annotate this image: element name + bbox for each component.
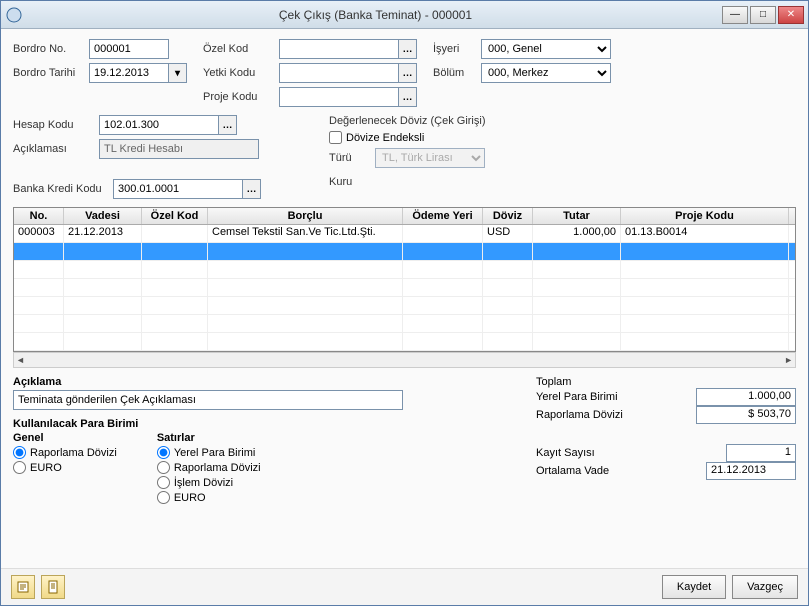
aciklama-input[interactable] [13, 390, 403, 410]
yetki-kodu-lookup[interactable]: … [399, 63, 417, 83]
ortalama-vade-value: 21.12.2013 [706, 462, 796, 480]
ortalama-vade-label: Ortalama Vade [536, 465, 609, 477]
account-row: Hesap Kodu … Açıklaması Banka Kredi Kodu [13, 115, 796, 199]
satirlar-radio-islem[interactable]: İşlem Dövizi [157, 476, 261, 489]
col-ozel-kod[interactable]: Özel Kod [142, 208, 208, 224]
dovize-endeksli-label: Dövize Endeksli [346, 132, 424, 144]
grid-header: No. Vadesi Özel Kod Borçlu Ödeme Yeri Dö… [14, 208, 795, 225]
doviz-group: Değerlenecek Döviz (Çek Girişi) Dövize E… [329, 115, 486, 199]
note-icon[interactable] [11, 575, 35, 599]
maximize-button[interactable]: □ [750, 6, 776, 24]
col-proje-kodu[interactable]: Proje Kodu [621, 208, 789, 224]
bolum-label: Bölüm [433, 67, 475, 79]
table-row[interactable] [14, 243, 795, 261]
bottom-section: Açıklama Kullanılacak Para Birimi Genel … [13, 376, 796, 558]
ozel-kod-input[interactable] [279, 39, 399, 59]
bolum-select[interactable]: 000, Merkez [481, 63, 611, 83]
banka-kredi-kodu-label: Banka Kredi Kodu [13, 183, 107, 195]
kuru-label: Kuru [329, 176, 369, 188]
bordro-no-label: Bordro No. [13, 43, 83, 55]
window-buttons: — □ ✕ [722, 6, 804, 24]
table-row[interactable] [14, 261, 795, 279]
aciklamasi-input [99, 139, 259, 159]
proje-kodu-label: Proje Kodu [203, 91, 273, 103]
document-icon[interactable] [41, 575, 65, 599]
isyeri-label: İşyeri [433, 43, 475, 55]
toplam-label: Toplam [536, 376, 796, 388]
col-tutar[interactable]: Tutar [533, 208, 621, 224]
titlebar: Çek Çıkış (Banka Teminat) - 000001 — □ ✕ [1, 1, 808, 29]
ozel-kod-label: Özel Kod [203, 43, 273, 55]
col-doviz[interactable]: Döviz [483, 208, 533, 224]
top-row: Bordro No. Bordro Tarihi ▾ Özel Kod [13, 39, 796, 107]
horizontal-scrollbar[interactable]: ◄ ► [13, 352, 796, 368]
bordro-tarihi-picker[interactable]: ▾ [169, 63, 187, 83]
turu-select: TL, Türk Lirası [375, 148, 485, 168]
hesap-kodu-lookup[interactable]: … [219, 115, 237, 135]
satirlar-radio-euro[interactable]: EURO [157, 491, 261, 504]
dovize-endeksli-checkbox[interactable] [329, 131, 342, 144]
para-birimi-section-label: Kullanılacak Para Birimi [13, 418, 516, 430]
table-row[interactable] [14, 297, 795, 315]
banka-kredi-kodu-input[interactable] [113, 179, 243, 199]
genel-group: Genel Raporlama Dövizi EURO [13, 432, 117, 504]
vazgec-button[interactable]: Vazgeç [732, 575, 798, 599]
bordro-tarihi-label: Bordro Tarihi [13, 67, 83, 79]
doviz-section-label: Değerlenecek Döviz (Çek Girişi) [329, 115, 486, 127]
genel-radio-euro[interactable]: EURO [13, 461, 117, 474]
table-row[interactable] [14, 315, 795, 333]
proje-kodu-input[interactable] [279, 87, 399, 107]
kaydet-button[interactable]: Kaydet [662, 575, 726, 599]
kod-group: Özel Kod … Yetki Kodu … Proje Kodu [203, 39, 417, 107]
satirlar-label: Satırlar [157, 432, 261, 444]
kuru-input [375, 172, 485, 192]
bordro-no-input[interactable] [89, 39, 169, 59]
footer: Kaydet Vazgeç [1, 568, 808, 605]
hesap-kodu-label: Hesap Kodu [13, 119, 93, 131]
account-group: Hesap Kodu … Açıklaması Banka Kredi Kodu [13, 115, 313, 199]
col-borclu[interactable]: Borçlu [208, 208, 403, 224]
genel-label: Genel [13, 432, 117, 444]
banka-kredi-kodu-lookup[interactable]: … [243, 179, 261, 199]
col-odeme-yeri[interactable]: Ödeme Yeri [403, 208, 483, 224]
turu-label: Türü [329, 152, 369, 164]
satirlar-radio-raporlama[interactable]: Raporlama Dövizi [157, 461, 261, 474]
scroll-left-icon[interactable]: ◄ [16, 355, 25, 365]
yetki-kodu-label: Yetki Kodu [203, 67, 273, 79]
ozel-kod-lookup[interactable]: … [399, 39, 417, 59]
app-icon [5, 6, 23, 24]
window: Çek Çıkış (Banka Teminat) - 000001 — □ ✕… [0, 0, 809, 606]
yerel-label: Yerel Para Birimi [536, 391, 618, 403]
yetki-kodu-input[interactable] [279, 63, 399, 83]
proje-kodu-lookup[interactable]: … [399, 87, 417, 107]
col-vadesi[interactable]: Vadesi [64, 208, 142, 224]
content: Bordro No. Bordro Tarihi ▾ Özel Kod [1, 29, 808, 568]
totals-section: Toplam Yerel Para Birimi 1.000,00 Raporl… [536, 376, 796, 558]
isyeri-select[interactable]: 000, Genel [481, 39, 611, 59]
table-row[interactable] [14, 279, 795, 297]
aciklama-label: Açıklama [13, 376, 516, 388]
raporlama-value: $ 503,70 [696, 406, 796, 424]
yerel-value: 1.000,00 [696, 388, 796, 406]
bordro-tarihi-input[interactable] [89, 63, 169, 83]
isyeri-group: İşyeri 000, Genel Bölüm 000, Merkez [433, 39, 611, 107]
window-title: Çek Çıkış (Banka Teminat) - 000001 [29, 8, 722, 22]
close-button[interactable]: ✕ [778, 6, 804, 24]
grid: No. Vadesi Özel Kod Borçlu Ödeme Yeri Dö… [13, 207, 796, 352]
bordro-group: Bordro No. Bordro Tarihi ▾ [13, 39, 187, 107]
kayit-sayisi-label: Kayıt Sayısı [536, 447, 595, 459]
raporlama-label: Raporlama Dövizi [536, 409, 623, 421]
minimize-button[interactable]: — [722, 6, 748, 24]
scroll-right-icon[interactable]: ► [784, 355, 793, 365]
genel-radio-raporlama[interactable]: Raporlama Dövizi [13, 446, 117, 459]
bottom-left: Açıklama Kullanılacak Para Birimi Genel … [13, 376, 516, 558]
table-row[interactable] [14, 333, 795, 351]
satirlar-radio-yerel[interactable]: Yerel Para Birimi [157, 446, 261, 459]
kayit-sayisi-value: 1 [726, 444, 796, 462]
aciklamasi-label: Açıklaması [13, 143, 93, 155]
table-row[interactable]: 000003 21.12.2013 Cemsel Tekstil San.Ve … [14, 225, 795, 243]
col-no[interactable]: No. [14, 208, 64, 224]
satirlar-group: Satırlar Yerel Para Birimi Raporlama Döv… [157, 432, 261, 504]
hesap-kodu-input[interactable] [99, 115, 219, 135]
